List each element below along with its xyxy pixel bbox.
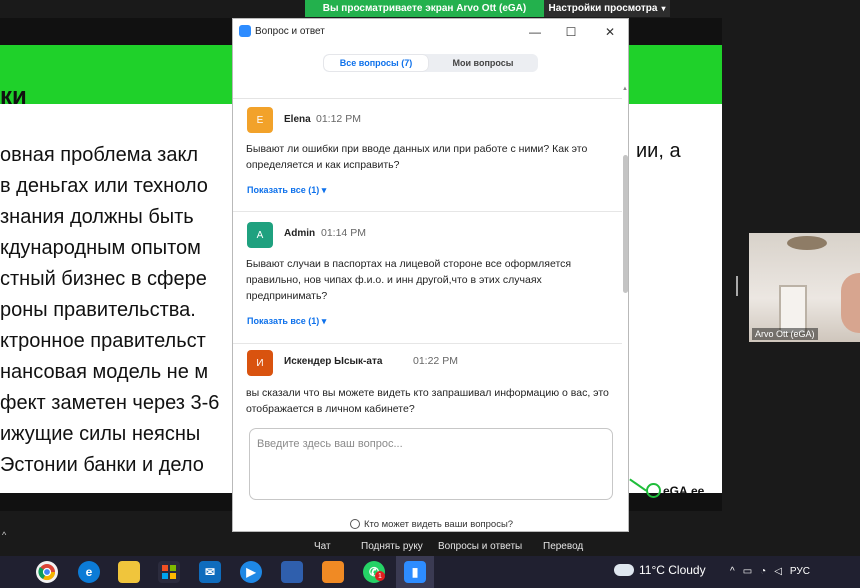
show-all-link[interactable]: Показать все (1) ▾	[247, 316, 326, 327]
minimize-button[interactable]: —	[520, 21, 550, 43]
qa-titlebar[interactable]: Вопрос и ответ — ☐ ✕	[233, 19, 630, 45]
avatar: A	[247, 222, 273, 248]
slide-line: в деньгах или техноло	[0, 175, 208, 197]
qa-window: Вопрос и ответ — ☐ ✕ Все вопросы (7) Мои…	[232, 18, 629, 532]
question-author: Admin	[284, 228, 316, 239]
chevron-up-icon[interactable]: ^	[730, 566, 735, 577]
avatar: И	[247, 350, 273, 376]
ega-logo-text: eGA.ee	[663, 483, 705, 498]
question-text: вы сказали что вы можете видеть кто запр…	[246, 387, 609, 415]
show-all-label: Показать все (1)	[247, 185, 320, 195]
close-button[interactable]: ✕	[595, 21, 625, 43]
participant-head	[841, 273, 860, 333]
view-settings-button[interactable]: Настройки просмотра ▾	[544, 0, 670, 17]
edge-icon[interactable]: e	[78, 561, 100, 583]
zoom-app-icon	[239, 25, 251, 37]
share-banner: Вы просматриваете экран Arvo Ott (eGA)	[305, 0, 544, 17]
translation-button[interactable]: Перевод	[543, 541, 583, 552]
language-indicator[interactable]: РУС	[790, 566, 810, 577]
question-input-box[interactable]	[249, 428, 613, 500]
privacy-link[interactable]: Кто может видеть ваши вопросы?	[364, 519, 513, 530]
question-item: E Elena 01:12 PM Бывают ли ошибки при вв…	[233, 99, 622, 212]
media-icon[interactable]: ▶	[240, 561, 262, 583]
chrome-icon[interactable]	[36, 561, 58, 583]
app-orange-icon[interactable]	[322, 561, 344, 583]
notification-badge: 1	[375, 571, 385, 581]
maximize-button[interactable]: ☐	[556, 21, 586, 43]
question-list[interactable]: E Elena 01:12 PM Бывают ли ошибки при вв…	[233, 99, 622, 422]
question-author: Искендер Ысык-ата	[284, 356, 383, 367]
person-lock-icon	[349, 519, 360, 529]
view-settings-label: Настройки просмотра	[548, 3, 658, 14]
slide-line: овная проблема закл	[0, 144, 199, 166]
slide-line: роны правительства.	[0, 299, 196, 321]
tab-my-questions[interactable]: Мои вопросы	[429, 55, 537, 71]
ega-mark-icon	[646, 483, 661, 498]
question-input[interactable]	[257, 438, 597, 450]
weather-text: 11°C Cloudy	[639, 563, 706, 577]
question-item: И Искендер Ысык-ата 01:22 PM вы сказали …	[233, 345, 622, 422]
qa-button[interactable]: Вопросы и ответы	[438, 541, 522, 552]
cloud-icon	[614, 564, 634, 576]
slide-line: ижущие силы неясны	[0, 423, 201, 445]
question-item: A Admin 01:14 PM Бывают случаи в паспорт…	[233, 213, 622, 344]
slide-line: знания должны быть	[0, 206, 194, 228]
privacy-footer[interactable]: Кто может видеть ваши вопросы?	[233, 516, 630, 532]
question-time: 01:14 PM	[321, 227, 366, 239]
qa-window-title: Вопрос и ответ	[255, 26, 325, 37]
ceiling-lamp	[787, 236, 827, 250]
participant-name: Arvo Ott (eGA)	[752, 328, 818, 340]
raise-hand-button[interactable]: Поднять руку	[361, 541, 423, 552]
meeting-toolbar: Чат Поднять руку Вопросы и ответы Перево…	[0, 535, 860, 555]
file-explorer-icon[interactable]	[118, 561, 140, 583]
network-icon[interactable]: ◔	[760, 566, 766, 577]
slide-line: нансовая модель не м	[0, 361, 209, 383]
ega-logo: eGA.ee	[646, 483, 704, 498]
question-author: Elena	[284, 114, 311, 125]
tray-app-icon[interactable]: ▭	[743, 566, 752, 577]
slide-line: ктронное правительст	[0, 330, 206, 352]
chevron-down-icon: ▾	[661, 4, 666, 13]
slide-line: фект заметен через 3-6	[0, 392, 220, 414]
show-all-label: Показать все (1)	[247, 316, 320, 326]
tab-all-questions[interactable]: Все вопросы (7)	[324, 55, 428, 71]
slide-text-fragment: ии, а	[636, 140, 681, 162]
participant-video[interactable]	[749, 233, 860, 342]
slide-title: ки	[0, 83, 27, 110]
resize-handle-icon[interactable]	[736, 276, 738, 296]
question-time: 01:22 PM	[413, 355, 458, 367]
zoom-icon[interactable]: ▮	[404, 561, 426, 583]
store-icon[interactable]	[158, 561, 180, 583]
app-icon[interactable]	[281, 561, 303, 583]
qa-tabs: Все вопросы (7) Мои вопросы	[323, 54, 538, 72]
slide-text: овная проблема закл в деньгах или технол…	[0, 140, 219, 481]
slide-line: кдународным опытом	[0, 237, 201, 259]
avatar: E	[247, 107, 273, 133]
show-all-link[interactable]: Показать все (1) ▾	[247, 185, 326, 196]
scroll-up-icon[interactable]: ▲	[622, 86, 628, 92]
scrollbar-thumb[interactable]	[623, 155, 628, 293]
system-tray: ^ ▭ ◔ ◁ РУС	[730, 566, 810, 577]
question-text: Бывают ли ошибки при вводе данных или пр…	[246, 143, 588, 171]
slide-line: стный бизнес в сфере	[0, 268, 207, 290]
question-time: 01:12 PM	[316, 113, 361, 125]
slide-line: Эстонии банки и дело	[0, 454, 204, 476]
question-text: Бывают случаи в паспортах на лицевой сто…	[246, 258, 572, 302]
chat-button[interactable]: Чат	[314, 541, 331, 552]
chevron-down-icon: ▾	[321, 185, 327, 195]
mail-icon[interactable]: ✉	[199, 561, 221, 583]
volume-icon[interactable]: ◁	[774, 566, 782, 577]
chevron-down-icon: ▾	[321, 316, 327, 326]
weather-widget[interactable]: 11°C Cloudy	[614, 563, 706, 577]
